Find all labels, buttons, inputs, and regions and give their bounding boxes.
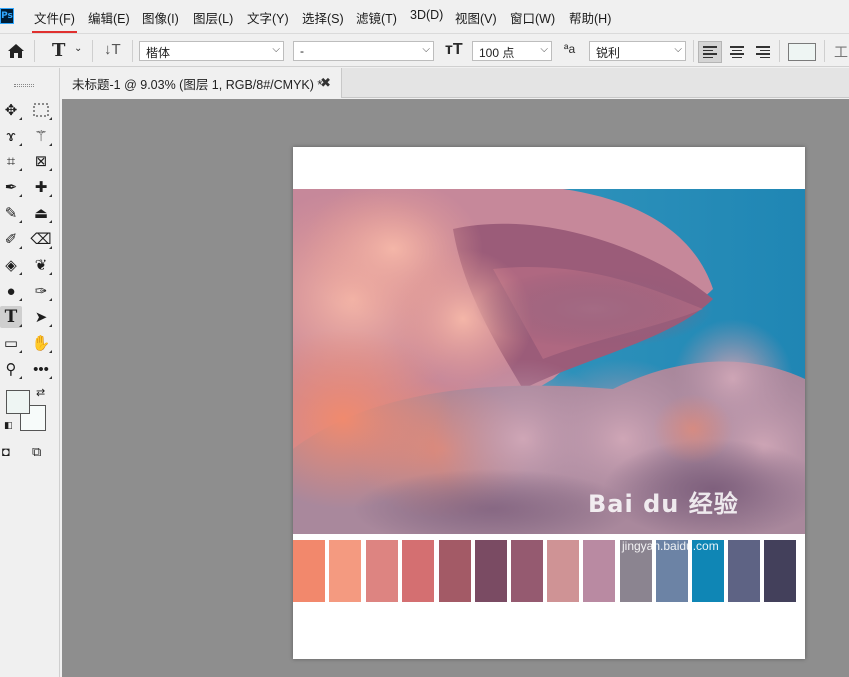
font-style-select[interactable]: - ⌵ [293,41,434,61]
divider [92,40,93,62]
menu-file[interactable]: 文件(F) [32,8,77,33]
palette-swatch-13 [728,540,760,602]
move-tool-icon[interactable]: ✥ [0,99,22,121]
text-orientation-icon[interactable]: ↓T [104,41,121,58]
default-colors-icon[interactable]: ◧ [4,420,13,431]
watermark-url: jingyan.baidu.com [622,539,719,553]
eyedropper-tool-icon[interactable]: ✒ [0,176,22,198]
text-color-swatch[interactable] [788,43,816,61]
document-tab-title: 未标题-1 @ 9.03% (图层 1, RGB/8#/CMYK) * [72,77,323,92]
menu-view[interactable]: 视图(V) [455,8,497,27]
panel-grip[interactable] [14,84,34,87]
align-left-button[interactable] [698,41,722,63]
menu-type[interactable]: 文字(Y) [247,8,289,27]
pen-tool-icon[interactable]: ✑ [30,280,52,302]
brush-tool-icon[interactable]: ✎ [0,202,22,224]
type-tool-icon[interactable]: T [52,40,65,61]
type-tool-icon[interactable]: T [0,306,22,328]
align-center-button[interactable] [725,41,749,63]
font-size-icon: ᴛT [445,41,463,58]
menu-select[interactable]: 选择(S) [302,8,344,27]
palette-swatch-9 [583,540,615,602]
font-style-value: - [300,44,304,58]
path-selection-tool-icon[interactable]: ➤ [30,306,52,328]
dodge-tool-icon[interactable]: ● [0,280,22,302]
font-size-value: 100 点 [479,46,515,60]
clone-stamp-tool-icon[interactable]: ⏏ [30,202,52,224]
palette-swatch-14 [764,540,796,602]
font-size-select[interactable]: 100 点 ⌵ [472,41,552,61]
palette-swatch-8 [547,540,579,602]
divider [132,40,133,62]
palette-swatch-4 [402,540,434,602]
crop-tool-icon[interactable]: ⌗ [0,150,22,172]
font-family-value: 楷体 [146,46,171,60]
marquee-tool-icon[interactable] [30,99,52,121]
paint-bucket-tool-icon[interactable]: ◈ [0,254,22,276]
font-family-select[interactable]: 楷体 ⌵ [139,41,284,61]
menu-edit[interactable]: 编辑(E) [88,8,130,27]
menu-image[interactable]: 图像(I) [142,8,179,27]
antialias-select[interactable]: 锐利 ⌵ [589,41,686,61]
divider [693,40,694,62]
swap-colors-icon[interactable]: ⇄ [36,386,45,399]
chevron-down-icon: ⌵ [540,44,548,55]
palette-swatch-6 [475,540,507,602]
chevron-down-icon: ⌵ [674,44,682,55]
divider [34,40,35,62]
frame-tool-icon[interactable]: ⊠ [30,150,52,172]
document-canvas[interactable] [293,147,805,659]
home-icon[interactable] [7,43,25,59]
palette-swatch-1 [293,540,325,602]
history-brush-tool-icon[interactable]: ✐ [0,228,22,250]
canvas-workspace[interactable] [62,99,849,677]
options-bar: T ⌄ ↓T 楷体 ⌵ - ⌵ ᴛT 100 点 ⌵ ªa 锐利 ⌵ 工 [0,33,849,67]
antialias-icon: ªa [564,42,576,56]
chevron-down-icon: ⌵ [272,44,280,55]
healing-brush-tool-icon[interactable]: ✚ [30,176,52,198]
antialias-value: 锐利 [596,46,621,60]
document-tab-bar: 未标题-1 @ 9.03% (图层 1, RGB/8#/CMYK) * ✖ [62,68,849,98]
hand-tool-icon[interactable]: ✋ [30,332,52,354]
chevron-down-icon: ⌵ [422,44,430,55]
warp-text-icon[interactable]: 工 [834,42,848,62]
blur-tool-icon[interactable]: ❦ [30,254,52,276]
photoshop-logo: Ps [0,8,14,24]
menu-window[interactable]: 窗口(W) [510,8,555,27]
divider [824,40,825,62]
rectangle-tool-icon[interactable]: ▭ [0,332,22,354]
menu-bar: Ps 文件(F) 编辑(E) 图像(I) 图层(L) 文字(Y) 选择(S) 滤… [0,0,849,33]
document-tab[interactable]: 未标题-1 @ 9.03% (图层 1, RGB/8#/CMYK) * ✖ [62,68,342,98]
foreground-color-swatch[interactable] [6,390,30,414]
menu-help[interactable]: 帮助(H) [569,8,611,27]
palette-swatch-2 [329,540,361,602]
chevron-down-icon[interactable]: ⌄ [74,43,82,54]
align-right-button[interactable] [751,41,775,63]
screen-mode-icon[interactable]: ⧉ [32,444,41,460]
more-tools-icon[interactable]: ••• [30,358,52,380]
quick-mask-icon[interactable]: ◘ [2,444,10,459]
magic-wand-tool-icon[interactable]: ⚚ [30,125,52,147]
palette-swatch-3 [366,540,398,602]
eraser-tool-icon[interactable]: ⌫ [30,228,52,250]
color-palette [293,540,805,602]
palette-swatch-7 [511,540,543,602]
palette-swatch-5 [439,540,471,602]
cloud-photo [293,189,805,534]
watermark-logo: Bai du 经验 [588,490,739,518]
menu-3d[interactable]: 3D(D) [410,8,443,22]
lasso-tool-icon[interactable]: ɤ [0,125,22,147]
tools-panel: ✥ ɤ ⚚ ⌗ ⊠ ✒ ✚ ✎ ⏏ ✐ ⌫ ◈ ❦ ● ✑ T ➤ ▭ ✋ ⚲ … [0,68,60,677]
close-icon[interactable]: ✖ [320,75,331,91]
divider [779,40,780,62]
menu-filter[interactable]: 滤镜(T) [356,8,397,27]
menu-layer[interactable]: 图层(L) [193,8,233,27]
zoom-tool-icon[interactable]: ⚲ [0,358,22,380]
